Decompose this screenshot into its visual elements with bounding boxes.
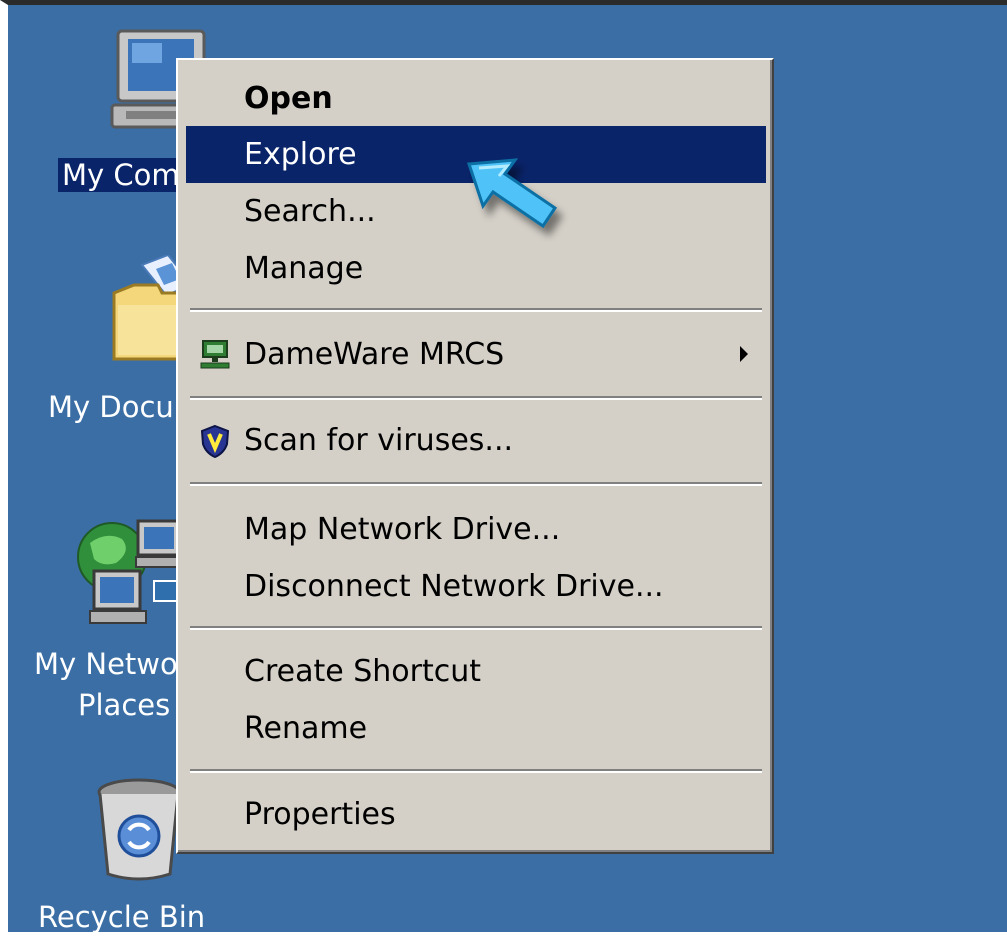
recycle-bin-icon <box>97 778 181 881</box>
submenu-arrow-icon <box>740 346 748 362</box>
menu-item-label: Disconnect Network Drive... <box>244 569 664 604</box>
desktop-icon-label: My Docu <box>48 390 174 424</box>
menu-item-label: Rename <box>244 711 368 746</box>
dameware-icon <box>200 340 230 369</box>
menu-item-dameware[interactable]: DameWare MRCS <box>186 326 766 383</box>
menu-separator <box>190 396 762 400</box>
menu-item-label: DameWare MRCS <box>244 337 505 372</box>
menu-separator <box>190 308 762 312</box>
desktop-icon-my-network-places[interactable]: My Netwo Places <box>8 505 188 735</box>
menu-item-create-shortcut[interactable]: Create Shortcut <box>186 643 766 700</box>
menu-item-label: Create Shortcut <box>244 654 481 689</box>
menu-separator <box>190 482 762 486</box>
desktop-icon-label-line2: Places <box>78 688 171 722</box>
desktop-icon-label: Recycle Bin <box>38 900 206 934</box>
menu-item-label: Explore <box>244 137 357 172</box>
menu-item-open[interactable]: Open <box>186 70 766 127</box>
menu-separator <box>190 626 762 630</box>
menu-item-rename[interactable]: Rename <box>186 700 766 757</box>
menu-item-label: Manage <box>244 251 364 286</box>
menu-item-map-network-drive[interactable]: Map Network Drive... <box>186 501 766 558</box>
menu-item-label: Properties <box>244 797 396 832</box>
antivirus-shield-icon <box>200 424 230 458</box>
menu-item-scan-viruses[interactable]: Scan for viruses... <box>186 412 766 469</box>
menu-item-label: Open <box>244 81 333 116</box>
menu-item-label: Search... <box>244 194 376 229</box>
menu-item-label: Map Network Drive... <box>244 512 561 547</box>
menu-item-disconnect-network-drive[interactable]: Disconnect Network Drive... <box>186 558 766 615</box>
desktop-icon-my-computer[interactable]: My Com <box>8 5 214 205</box>
network-icon <box>77 519 185 624</box>
menu-separator <box>190 769 762 773</box>
menu-item-label: Scan for viruses... <box>244 423 514 458</box>
desktop-icon-my-documents[interactable]: My Docu <box>8 255 192 435</box>
desktop-icon-label: My Com <box>58 158 184 192</box>
menu-item-manage[interactable]: Manage <box>186 240 766 297</box>
menu-item-properties[interactable]: Properties <box>186 786 766 843</box>
pointer-arrow-icon <box>466 158 558 229</box>
desktop-icon-label: My Netwo <box>34 647 178 681</box>
